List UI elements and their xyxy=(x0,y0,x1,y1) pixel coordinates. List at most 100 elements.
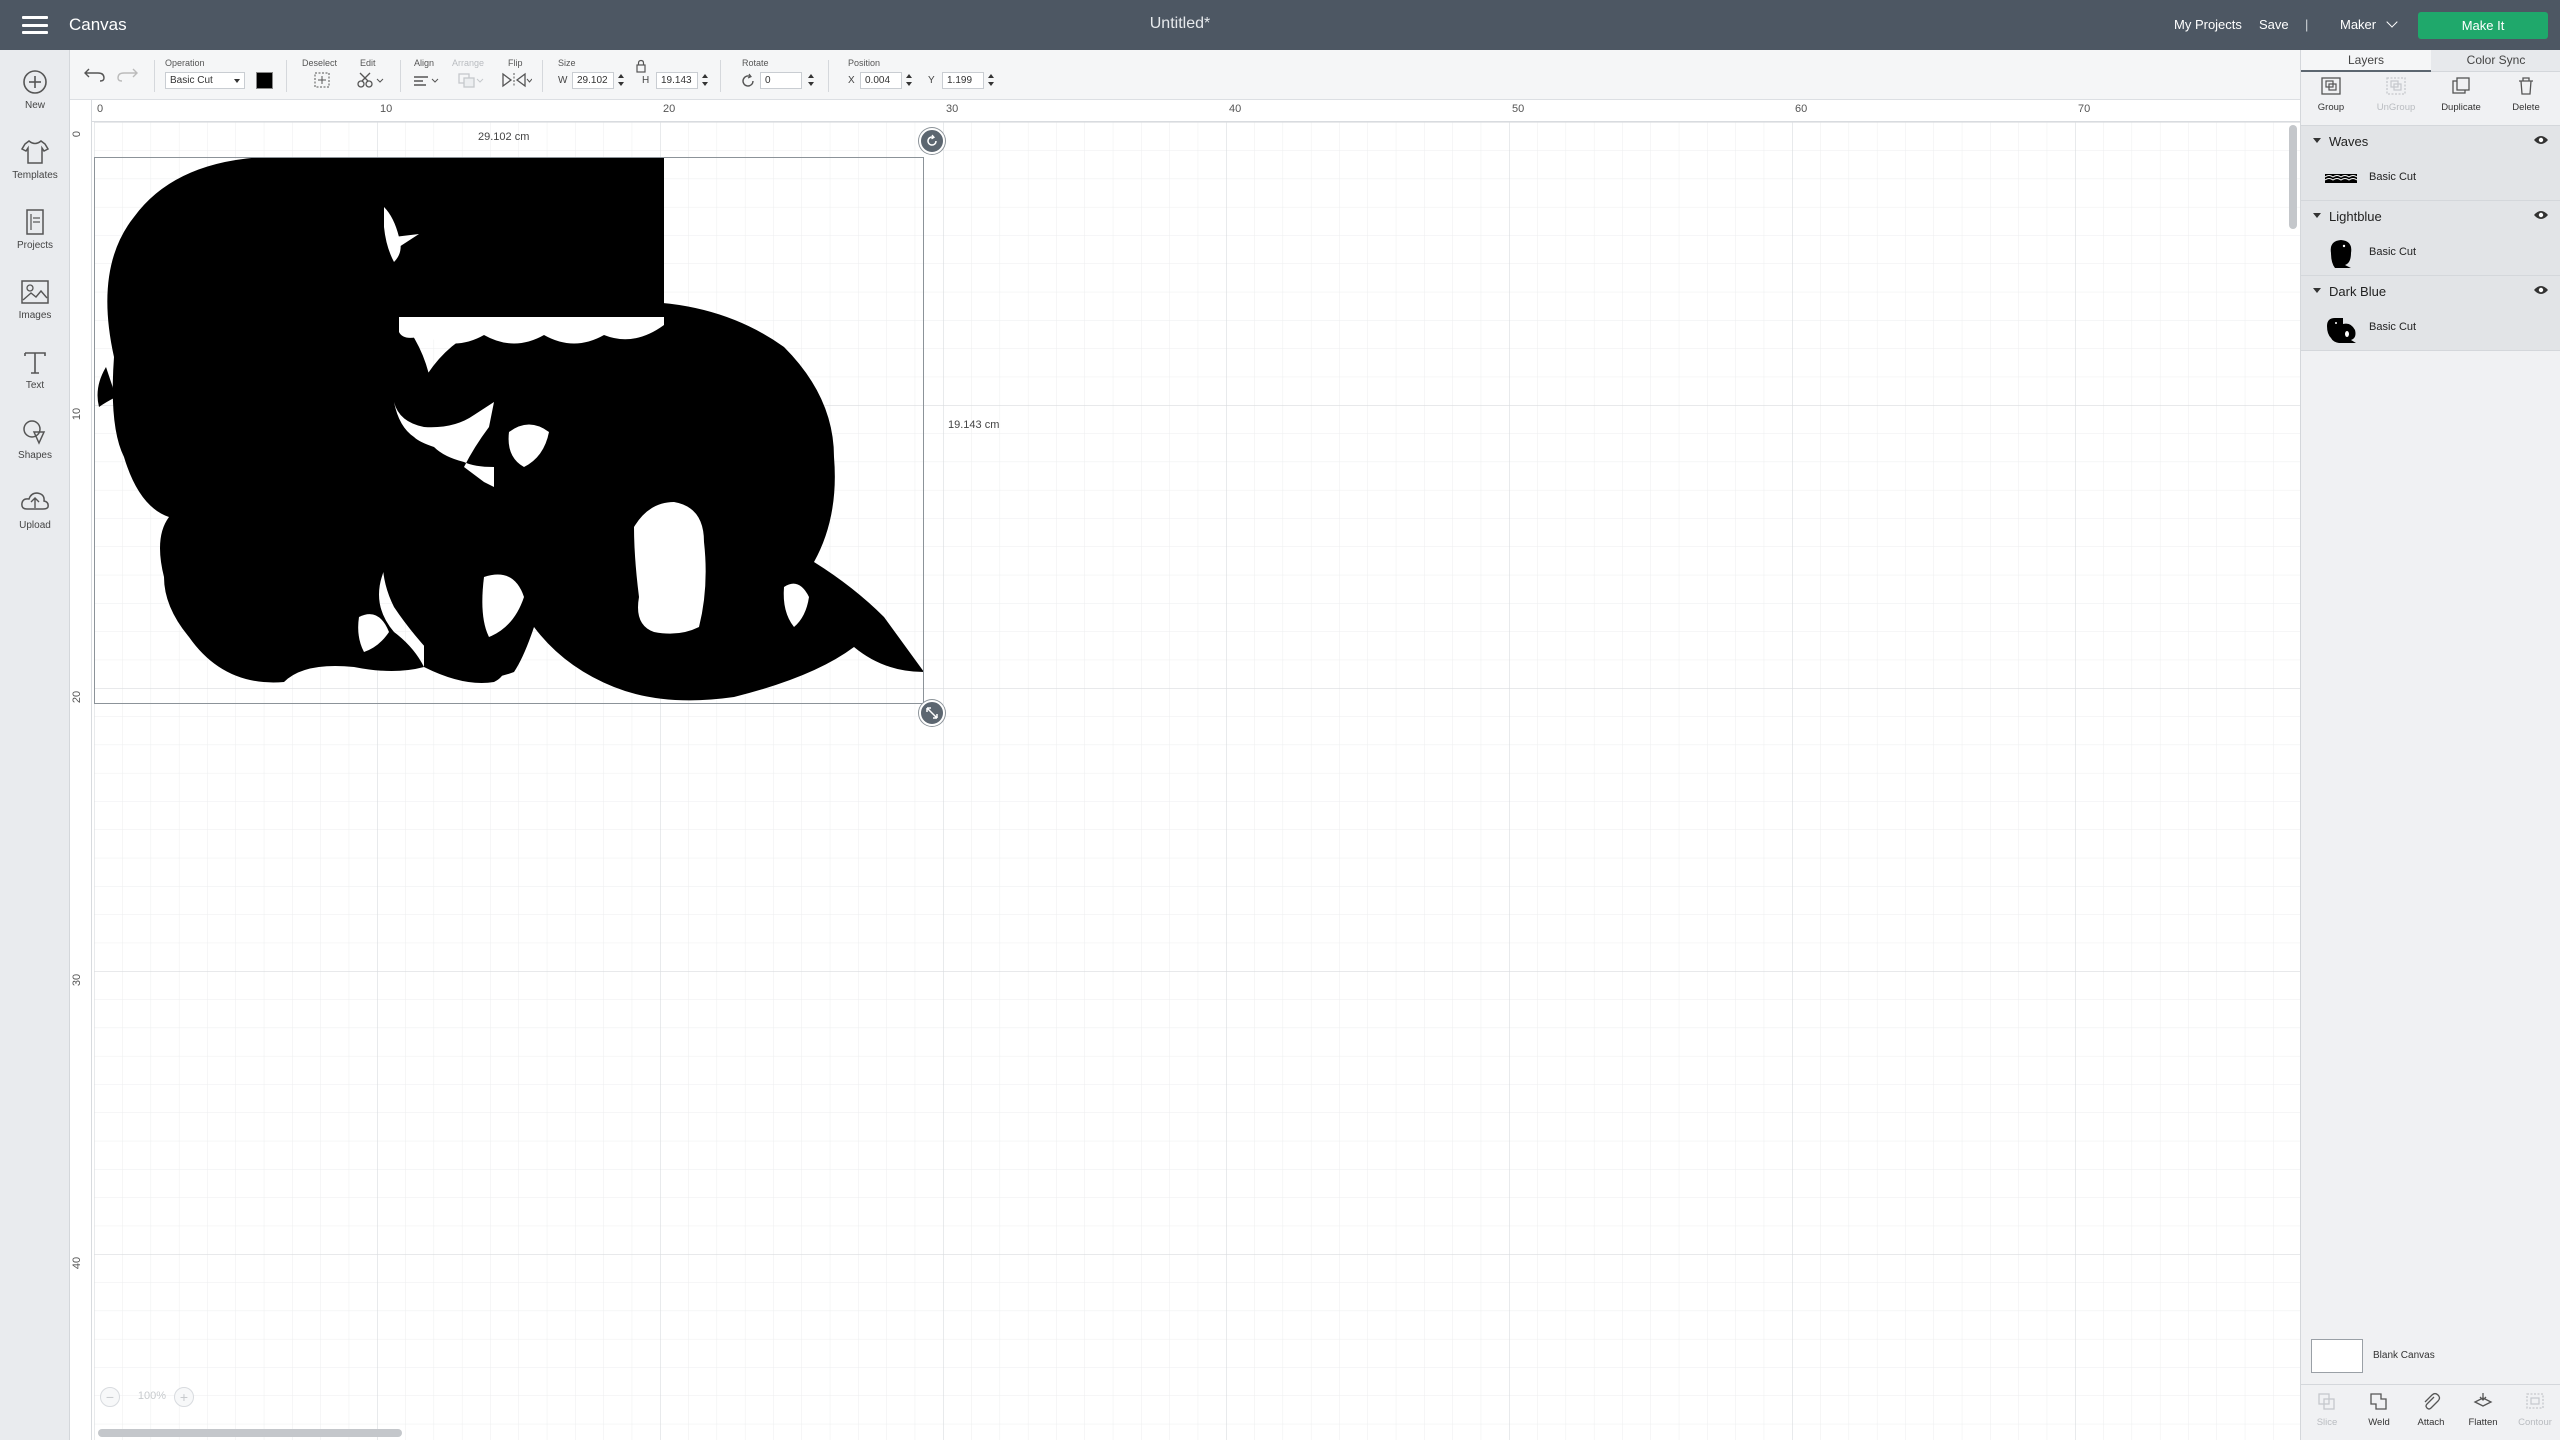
blank-canvas-row[interactable]: Blank Canvas xyxy=(2301,1335,2560,1379)
contour-icon xyxy=(2526,1393,2544,1409)
arrange-label: Arrange xyxy=(452,58,485,68)
layer-operation: Basic Cut xyxy=(2369,171,2417,183)
toolbar-divider xyxy=(720,60,721,92)
ruler-tick: 20 xyxy=(71,690,84,704)
new-tool[interactable]: New xyxy=(0,68,70,111)
color-swatch[interactable] xyxy=(256,72,273,89)
chevron-down-icon xyxy=(2386,16,2398,28)
left-toolbar: New Templates Projects Images Text Shape… xyxy=(0,50,70,1440)
document-title: Untitled* xyxy=(1149,15,1211,32)
shirt-icon xyxy=(20,140,50,164)
layer-tools: Group UnGroup Duplicate Delete xyxy=(2301,72,2560,126)
images-tool[interactable]: Images xyxy=(0,278,70,321)
x-input[interactable]: 0.004 xyxy=(860,72,902,89)
resize-handle[interactable] xyxy=(919,700,945,726)
eye-icon[interactable] xyxy=(2533,284,2549,296)
height-stepper[interactable] xyxy=(702,74,709,88)
rotate-icon xyxy=(927,134,937,146)
tab-color-sync[interactable]: Color Sync xyxy=(2431,50,2560,72)
undo-icon[interactable] xyxy=(84,64,106,84)
group-label: Group xyxy=(2317,102,2345,113)
weld-label: Weld xyxy=(2368,1417,2390,1428)
edit-toolbar: Operation Basic Cut Deselect Edit Align … xyxy=(70,50,2300,100)
deselect-label: Deselect xyxy=(302,58,338,68)
duplicate-button[interactable]: Duplicate xyxy=(2431,76,2491,113)
layer-thumbnail xyxy=(2327,318,2356,343)
make-it-button[interactable]: Make It xyxy=(2418,12,2548,39)
eye-icon[interactable] xyxy=(2533,134,2549,146)
layer-group-dark-blue[interactable]: Dark Blue Basic Cut xyxy=(2301,276,2560,351)
zoom-in-button[interactable]: + xyxy=(174,1387,194,1407)
edit-label: Edit xyxy=(360,58,376,68)
layer-operation: Basic Cut xyxy=(2369,321,2417,333)
operation-select[interactable]: Basic Cut xyxy=(165,72,245,89)
vertical-scrollbar[interactable] xyxy=(2289,125,2297,229)
slice-button[interactable]: Slice xyxy=(2301,1391,2353,1428)
redo-icon[interactable] xyxy=(116,64,138,84)
shapes-tool[interactable]: Shapes xyxy=(0,418,70,461)
group-button[interactable]: Group xyxy=(2301,76,2361,113)
menu-icon[interactable] xyxy=(22,16,48,34)
flip-label: Flip xyxy=(508,58,523,68)
toolbar-divider xyxy=(286,60,287,92)
rotate-stepper[interactable] xyxy=(808,74,815,88)
text-tool-label: Text xyxy=(25,380,45,391)
layer-group-waves[interactable]: Waves Basic Cut xyxy=(2301,126,2560,201)
rotate-label: Rotate xyxy=(742,58,769,68)
ruler-tick: 0 xyxy=(71,130,84,138)
arrange-icon[interactable] xyxy=(456,70,484,90)
images-tool-label: Images xyxy=(18,310,52,321)
height-input[interactable]: 19.143 xyxy=(656,72,698,89)
slice-label: Slice xyxy=(2316,1417,2338,1428)
size-label: Size xyxy=(558,58,576,68)
layer-group-lightblue[interactable]: Lightblue Basic Cut xyxy=(2301,201,2560,276)
rotate-input[interactable]: 0 xyxy=(760,72,802,89)
ungroup-icon xyxy=(2386,77,2406,95)
flip-icon[interactable] xyxy=(500,70,532,90)
width-stepper[interactable] xyxy=(618,74,625,88)
deselect-icon[interactable] xyxy=(313,70,331,90)
flatten-button[interactable]: Flatten xyxy=(2457,1391,2509,1428)
y-input[interactable]: 1.199 xyxy=(942,72,984,89)
templates-tool[interactable]: Templates xyxy=(0,138,70,181)
flatten-icon xyxy=(2473,1393,2493,1407)
blank-canvas-swatch[interactable] xyxy=(2311,1339,2363,1373)
scissors-icon[interactable] xyxy=(356,70,384,90)
text-icon xyxy=(24,352,46,374)
contour-button[interactable]: Contour xyxy=(2509,1391,2560,1428)
ruler-tick: 60 xyxy=(1795,103,1808,115)
eye-icon[interactable] xyxy=(2533,209,2549,221)
operation-label: Operation xyxy=(165,58,205,68)
lock-icon[interactable] xyxy=(635,56,647,76)
align-icon[interactable] xyxy=(412,70,440,90)
x-stepper[interactable] xyxy=(906,74,913,88)
tab-layers[interactable]: Layers xyxy=(2301,50,2431,72)
panel-tabs: Layers Color Sync xyxy=(2301,50,2560,72)
collapse-caret-icon[interactable] xyxy=(2313,288,2321,293)
zoom-out-button[interactable]: − xyxy=(100,1387,120,1407)
ruler-tick: 30 xyxy=(946,103,959,115)
ungroup-button[interactable]: UnGroup xyxy=(2366,76,2426,113)
y-label: Y xyxy=(928,75,935,86)
group-icon xyxy=(2321,77,2341,95)
rotate-handle[interactable] xyxy=(919,128,945,154)
machine-label: Maker xyxy=(2340,17,2377,32)
collapse-caret-icon[interactable] xyxy=(2313,138,2321,143)
design-canvas[interactable]: 0 10 20 30 40 50 60 70 0 10 20 30 40 29.… xyxy=(70,100,2302,1440)
layer-thumbnail xyxy=(2330,240,2352,268)
projects-tool[interactable]: Projects xyxy=(0,208,70,251)
save-button[interactable]: Save xyxy=(2259,17,2289,32)
upload-tool[interactable]: Upload xyxy=(0,488,70,531)
machine-selector[interactable]: Maker xyxy=(2340,16,2398,32)
delete-button[interactable]: Delete xyxy=(2496,76,2556,113)
text-tool[interactable]: Text xyxy=(0,348,70,391)
width-input[interactable]: 29.102 xyxy=(572,72,614,89)
y-stepper[interactable] xyxy=(988,74,995,88)
ruler-tick: 0 xyxy=(97,103,104,115)
my-projects-link[interactable]: My Projects xyxy=(2174,17,2242,32)
horizontal-scrollbar[interactable] xyxy=(98,1429,402,1437)
attach-button[interactable]: Attach xyxy=(2405,1391,2457,1428)
weld-button[interactable]: Weld xyxy=(2353,1391,2405,1428)
collapse-caret-icon[interactable] xyxy=(2313,213,2321,218)
header-separator: | xyxy=(2305,17,2309,32)
